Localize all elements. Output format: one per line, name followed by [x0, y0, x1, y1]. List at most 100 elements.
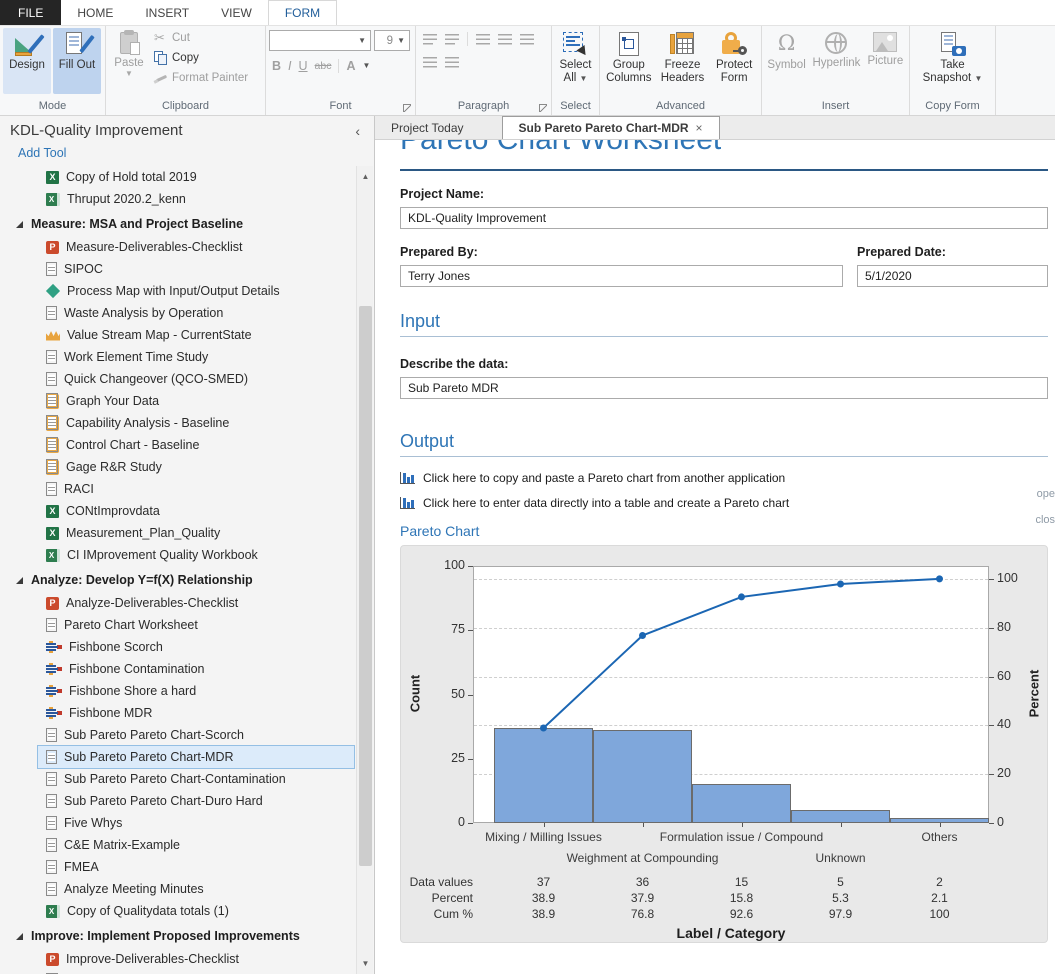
tree-item-label: Graph Your Data [66, 394, 159, 408]
category-axis-title: Label / Category [581, 925, 881, 941]
tree-item[interactable]: RACI [0, 478, 356, 500]
sidebar-scrollbar[interactable]: ▲ ▼ [356, 166, 373, 974]
prepared-by-input[interactable] [400, 265, 843, 287]
group-columns-button[interactable]: GroupColumns [603, 28, 655, 94]
tree-item[interactable]: Capability Analysis - Baseline [0, 412, 356, 434]
sidebar-collapse-icon[interactable]: ‹ [351, 123, 364, 139]
tree-section-label: Improve: Implement Proposed Improvements [31, 929, 300, 943]
tree-item[interactable]: Fishbone MDR [0, 702, 356, 724]
ppt-icon [46, 241, 59, 254]
tree-section[interactable]: Analyze: Develop Y=f(X) Relationship [0, 568, 356, 592]
doc-tab-label: Project Today [391, 121, 464, 135]
cumulative-point [936, 575, 943, 582]
symbol-button: Ω Symbol [765, 28, 808, 94]
tree-item[interactable]: Fishbone Scorch [0, 636, 356, 658]
tree-item[interactable]: Sub Pareto Pareto Chart-Scorch [0, 724, 356, 746]
tree-item-label: Improve-Deliverables-Checklist [66, 952, 239, 966]
fill-out-icon [65, 32, 89, 56]
tree-section[interactable]: Improve: Implement Proposed Improvements [0, 924, 356, 948]
cut-label: Cut [172, 32, 190, 44]
ribbon-tab-form[interactable]: FORM [268, 0, 337, 25]
percent-axis-title: Percent [1027, 643, 1042, 743]
tree-item[interactable]: Value Stream Map - CurrentState [0, 324, 356, 346]
analysis-icon [46, 438, 59, 453]
tree-item[interactable]: Copy of Hold total 2019 [0, 166, 356, 188]
project-name-label: Project Name: [400, 187, 1048, 201]
collapse-triangle-icon[interactable] [16, 933, 23, 940]
scrollbar-thumb[interactable] [359, 306, 372, 866]
tree-item[interactable]: Thruput 2020.2_kenn [0, 188, 356, 210]
tree-item[interactable]: Analyze-Deliverables-Checklist [0, 592, 356, 614]
tree-item[interactable]: CONtImprovdata [0, 500, 356, 522]
select-all-button[interactable]: SelectAll ▼ [555, 28, 596, 94]
table-value: 2 [900, 875, 980, 889]
tree-item[interactable]: Analyze Meeting Minutes [0, 878, 356, 900]
close-icon[interactable]: × [696, 121, 703, 135]
copy-paste-pareto-link[interactable]: Click here to copy and paste a Pareto ch… [400, 465, 1048, 490]
tree-item[interactable]: CI IMprovement Quality Workbook [0, 544, 356, 566]
ribbon-tab-home[interactable]: HOME [61, 0, 129, 25]
tree-item[interactable]: Measurement_Plan_Quality [0, 522, 356, 544]
describe-data-input[interactable] [400, 377, 1048, 399]
tree-item[interactable]: Fishbone Contamination [0, 658, 356, 680]
collapse-triangle-icon[interactable] [16, 577, 23, 584]
tree-item[interactable]: Five Whys [0, 812, 356, 834]
project-name-input[interactable] [400, 207, 1048, 229]
tree-item[interactable]: Copy of Qualitydata totals (1) [0, 900, 356, 922]
form-content: Pareto Chart Worksheet Project Name: Pre… [375, 140, 1055, 974]
add-tool-link[interactable]: Add Tool [0, 141, 374, 166]
tree-item[interactable]: Sub Pareto Pareto Chart-Duro Hard [0, 790, 356, 812]
numbered-list-icon [445, 34, 459, 45]
tree-item[interactable]: Graph Your Data [0, 390, 356, 412]
tree-item[interactable]: Fishbone Shore a hard [0, 680, 356, 702]
tree-item[interactable]: C&E Matrix-Example [0, 834, 356, 856]
tree-item-label: Measurement_Plan_Quality [66, 526, 220, 540]
table-value: 76.8 [603, 907, 683, 921]
tree-item[interactable]: Measure-Deliverables-Checklist [0, 236, 356, 258]
tree-item-label: RACI [64, 482, 94, 496]
fill-out-button[interactable]: Fill Out [53, 28, 101, 94]
tree-item[interactable]: Process Map with Input/Output Details [0, 280, 356, 302]
tree-item[interactable]: SIPOC [0, 258, 356, 280]
collapse-triangle-icon[interactable] [16, 221, 23, 228]
doc-tab-inactive[interactable]: Project Today [375, 116, 480, 139]
tree-item[interactable]: Quick Changeover (QCO-SMED) [0, 368, 356, 390]
tree-item[interactable]: Waste Analysis by Operation [0, 302, 356, 324]
ribbon-tab-insert[interactable]: INSERT [129, 0, 205, 25]
tree-item-label: Fishbone Shore a hard [69, 684, 196, 698]
project-tree: Copy of Hold total 2019Thruput 2020.2_ke… [0, 166, 356, 974]
tree-item-selected[interactable]: Sub Pareto Pareto Chart-MDR [38, 746, 354, 768]
freeze-headers-button[interactable]: FreezeHeaders [657, 28, 709, 94]
tree-section[interactable]: Measure: MSA and Project Baseline [0, 212, 356, 236]
tree-item[interactable]: Improve-Deliverables-Checklist [0, 948, 356, 970]
doc-tab-active[interactable]: Sub Pareto Pareto Chart-MDR× [502, 116, 720, 139]
table-row-label: Cum % [401, 907, 473, 921]
design-button[interactable]: Design [3, 28, 51, 94]
truncated-open-link[interactable]: ope [1037, 488, 1055, 500]
tree-item[interactable]: Pareto Chart Worksheet [0, 614, 356, 636]
count-axis-title: Count [408, 643, 423, 743]
count-tick-label: 75 [429, 622, 465, 636]
tree-item[interactable]: Work Element Time Study [0, 346, 356, 368]
ribbon-tab-bar: FILEHOMEINSERTVIEWFORM [0, 0, 1055, 25]
ribbon-tab-file[interactable]: FILE [0, 0, 61, 25]
ribbon-tab-view[interactable]: VIEW [205, 0, 268, 25]
tree-item[interactable]: FMEA [0, 856, 356, 878]
excel-icon [46, 505, 59, 518]
symbol-icon: Ω [775, 32, 799, 56]
take-snapshot-icon [940, 32, 966, 56]
enter-data-link[interactable]: Click here to enter data directly into a… [400, 490, 1048, 515]
take-snapshot-button[interactable]: TakeSnapshot ▼ [921, 28, 985, 94]
prepared-date-input[interactable] [857, 265, 1048, 287]
tree-item[interactable]: Sub Pareto Pareto Chart-Contamination [0, 768, 356, 790]
count-tick-label: 0 [429, 815, 465, 829]
tree-item[interactable]: Capability Analysis - Final [0, 970, 356, 974]
tree-item[interactable]: Gage R&R Study [0, 456, 356, 478]
scroll-down-icon[interactable]: ▼ [357, 955, 374, 972]
tree-item[interactable]: Control Chart - Baseline [0, 434, 356, 456]
truncated-close-link[interactable]: clos [1035, 514, 1055, 526]
ppt-icon [46, 597, 59, 610]
protect-form-button[interactable]: ProtectForm [710, 28, 758, 94]
scroll-up-icon[interactable]: ▲ [357, 168, 374, 185]
copy-button[interactable]: Copy [151, 48, 251, 68]
